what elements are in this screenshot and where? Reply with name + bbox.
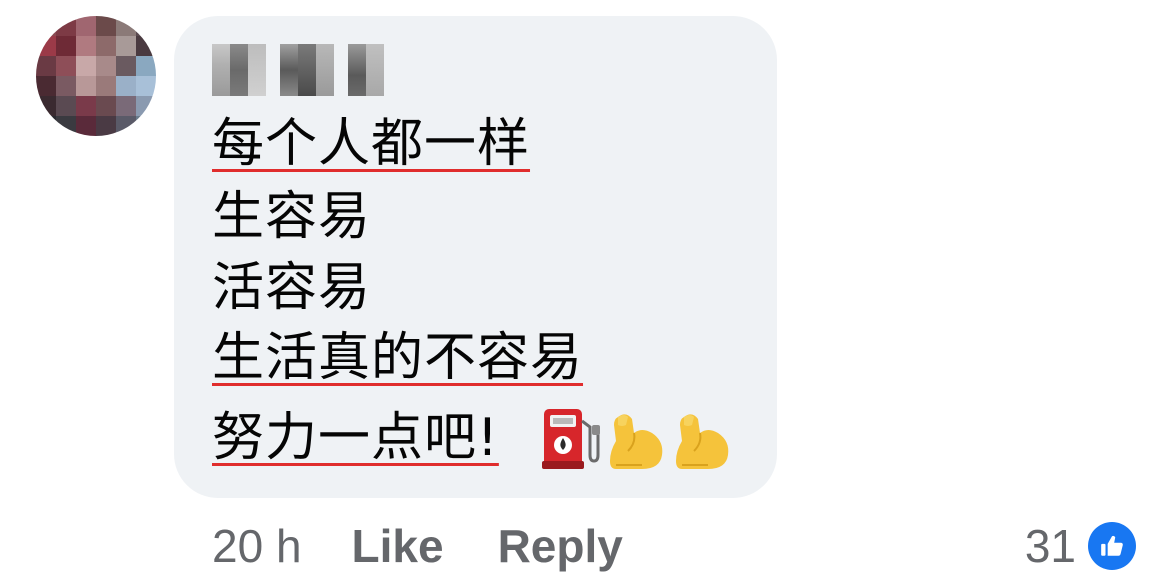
comment-line-3: 活容易 [212, 258, 372, 318]
like-button[interactable]: Like [352, 519, 444, 573]
reaction-count: 31 [1024, 520, 1076, 572]
comment-line-1: 每个人都一样 [212, 114, 531, 174]
thumbs-up-icon [1088, 522, 1136, 570]
comment-line-4: 生活真的不容易 [212, 328, 584, 388]
comment-actions: 20 h Like Reply [212, 516, 677, 576]
author-name-blurred[interactable] [212, 44, 384, 96]
flexed-biceps-emoji [610, 414, 663, 469]
comment-line-5: 努力一点吧! [212, 408, 499, 468]
avatar[interactable] [36, 16, 156, 136]
emoji-row [540, 405, 734, 471]
reaction-summary[interactable]: 31 [1025, 516, 1136, 576]
fuel-pump-emoji [542, 409, 600, 469]
comment-timestamp[interactable]: 20 h [212, 519, 302, 573]
flexed-biceps-emoji [676, 414, 729, 469]
comment-line-2: 生容易 [212, 187, 372, 247]
reply-button[interactable]: Reply [498, 519, 623, 573]
